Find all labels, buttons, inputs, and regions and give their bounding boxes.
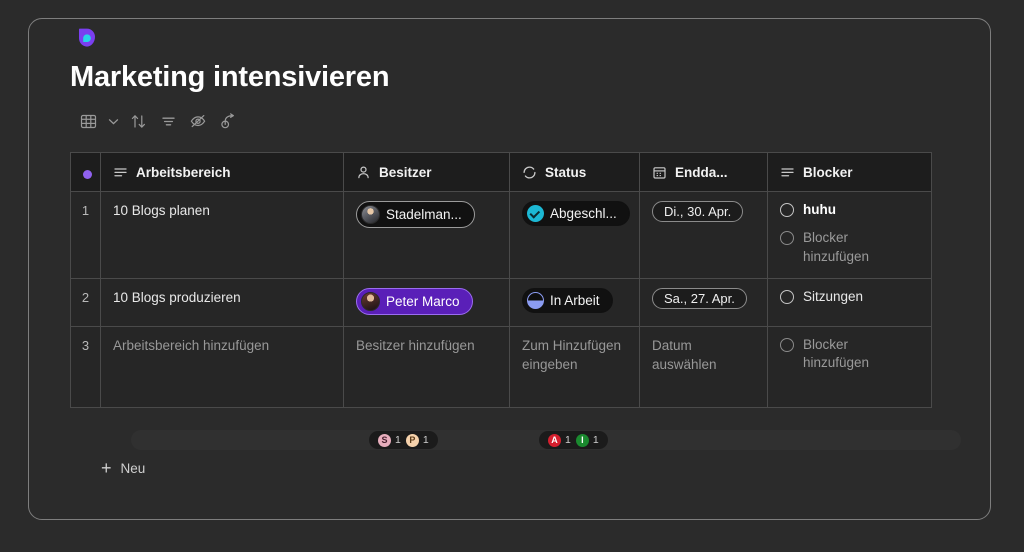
cell-status[interactable]: In Arbeit — [509, 278, 640, 327]
person-icon — [356, 165, 371, 180]
date-placeholder: Datum auswählen — [652, 337, 717, 373]
owner-placeholder: Besitzer hinzufügen — [356, 337, 475, 353]
cell-status[interactable]: Abgeschl... — [509, 191, 640, 279]
blocker-label: Sitzungen — [803, 289, 864, 304]
cell-add-blocker[interactable]: Blocker hinzufügen — [767, 325, 932, 408]
half-circle-icon — [527, 292, 544, 309]
date-pill[interactable]: Di., 30. Apr. — [652, 201, 744, 222]
cell-owner[interactable]: Peter Marco — [343, 278, 510, 327]
summary-badge: I — [575, 433, 589, 447]
cell-end-date[interactable]: Di., 30. Apr. — [639, 191, 768, 279]
sort-button[interactable] — [123, 108, 153, 134]
summary-item: P 1 — [405, 433, 429, 447]
workspace-placeholder: Arbeitsbereich hinzufügen — [113, 337, 270, 353]
table-add-row: 3 Arbeitsbereich hinzufügen Besitzer hin… — [70, 325, 932, 408]
summary-group-owners[interactable]: S 1 P 1 — [369, 431, 438, 449]
summary-badge: A — [548, 433, 561, 447]
table-row: 1 10 Blogs planen Stadelman... Abgeschl.… — [70, 191, 932, 279]
checkbox-circle-icon[interactable] — [780, 203, 794, 217]
cell-blocker[interactable]: huhu Blocker hinzufügen — [767, 191, 932, 279]
cell-add-owner[interactable]: Besitzer hinzufügen — [343, 325, 510, 408]
column-header-workspace[interactable]: Arbeitsbereich — [100, 152, 344, 192]
check-circle-icon — [527, 205, 544, 222]
cursor-dot — [83, 170, 92, 179]
hide-fields-button[interactable] — [183, 108, 213, 134]
column-header-blocker[interactable]: Blocker — [767, 152, 932, 192]
data-table: Arbeitsbereich Besitzer Status Endda... … — [70, 152, 932, 408]
blocker-item[interactable]: huhu — [780, 201, 919, 220]
new-row-label: Neu — [120, 460, 146, 476]
summary-count: 1 — [422, 434, 429, 446]
status-label: In Arbeit — [550, 292, 600, 308]
blocker-add-item[interactable]: Blocker hinzufügen — [780, 336, 919, 374]
summary-count: 1 — [592, 434, 599, 446]
checkbox-circle-icon[interactable] — [780, 290, 794, 304]
column-header-label: Status — [545, 164, 587, 180]
owner-name: Stadelman... — [386, 206, 462, 222]
summary-bar: S 1 P 1 A 1 I 1 — [131, 430, 961, 450]
status-label: Abgeschl... — [550, 205, 617, 221]
table-header-row: Arbeitsbereich Besitzer Status Endda... … — [70, 152, 932, 192]
new-row-button[interactable]: + Neu — [101, 459, 145, 477]
workspace-name: 10 Blogs produzieren — [113, 290, 241, 305]
column-header-label: Arbeitsbereich — [136, 164, 231, 180]
dashed-circle-icon — [522, 165, 537, 180]
automation-button[interactable] — [213, 108, 243, 134]
cell-add-date[interactable]: Datum auswählen — [639, 325, 768, 408]
row-number: 3 — [70, 325, 101, 408]
text-lines-icon — [113, 165, 128, 180]
cell-add-status[interactable]: Zum Hinzufügen eingeben — [509, 325, 640, 408]
owner-pill[interactable]: Stadelman... — [356, 201, 475, 228]
column-header-label: Besitzer — [379, 164, 432, 180]
monday-drop-logo-icon — [76, 27, 98, 49]
cell-add-workspace[interactable]: Arbeitsbereich hinzufügen — [100, 325, 344, 408]
cell-blocker[interactable]: Sitzungen — [767, 278, 932, 327]
column-header-status[interactable]: Status — [509, 152, 640, 192]
owner-name: Peter Marco — [386, 293, 460, 309]
cell-workspace[interactable]: 10 Blogs produzieren — [100, 278, 344, 327]
status-placeholder: Zum Hinzufügen eingeben — [522, 337, 622, 373]
view-toolbar — [73, 108, 243, 134]
text-lines-icon — [780, 165, 795, 180]
table-view-button[interactable] — [73, 108, 103, 134]
cell-workspace[interactable]: 10 Blogs planen — [100, 191, 344, 279]
avatar — [361, 205, 380, 224]
workspace-name: 10 Blogs planen — [113, 203, 210, 218]
page-title: Marketing intensivieren — [70, 61, 390, 93]
status-badge[interactable]: Abgeschl... — [522, 201, 630, 226]
blocker-label: huhu — [803, 202, 836, 217]
table-row: 2 10 Blogs produzieren Peter Marco In Ar… — [70, 278, 932, 327]
blocker-add-item[interactable]: Blocker hinzufügen — [780, 229, 919, 267]
column-header-label: Endda... — [675, 164, 728, 180]
status-badge[interactable]: In Arbeit — [522, 288, 613, 313]
cell-end-date[interactable]: Sa., 27. Apr. — [639, 278, 768, 327]
column-header-label: Blocker — [803, 164, 853, 180]
filter-button[interactable] — [153, 108, 183, 134]
summary-count: 1 — [395, 434, 401, 446]
summary-count: 1 — [565, 434, 571, 446]
column-header-owner[interactable]: Besitzer — [343, 152, 510, 192]
summary-item: I 1 — [575, 433, 599, 447]
blocker-item[interactable]: Sitzungen — [780, 288, 919, 307]
row-number: 1 — [70, 191, 101, 279]
plus-icon: + — [101, 458, 112, 478]
board-card: Marketing intensivieren Arbeitsbereich B… — [28, 18, 991, 520]
avatar — [361, 292, 380, 311]
summary-badge: P — [405, 433, 419, 447]
chevron-down-icon[interactable] — [103, 108, 123, 134]
column-header-end-date[interactable]: Endda... — [639, 152, 768, 192]
row-number: 2 — [70, 278, 101, 327]
summary-item: S 1 — [378, 433, 401, 447]
cell-owner[interactable]: Stadelman... — [343, 191, 510, 279]
owner-pill[interactable]: Peter Marco — [356, 288, 473, 315]
calendar-icon — [652, 165, 667, 180]
date-pill[interactable]: Sa., 27. Apr. — [652, 288, 747, 309]
summary-badge: S — [378, 433, 391, 447]
blocker-placeholder: Blocker hinzufügen — [803, 229, 870, 264]
checkbox-circle-icon[interactable] — [780, 337, 794, 352]
checkbox-circle-icon[interactable] — [780, 230, 794, 245]
summary-group-status[interactable]: A 1 I 1 — [539, 431, 608, 449]
blocker-placeholder: Blocker hinzufügen — [803, 336, 870, 371]
summary-item: A 1 — [548, 433, 571, 447]
